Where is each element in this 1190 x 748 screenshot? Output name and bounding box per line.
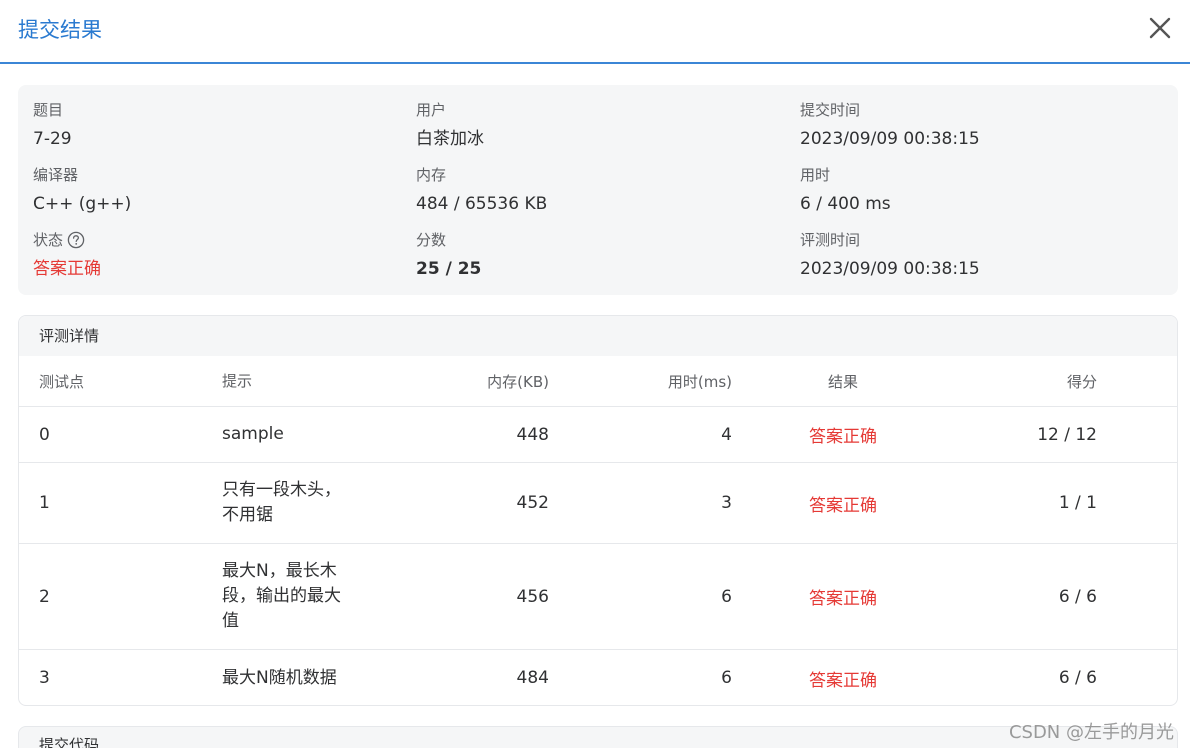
time-value: 6 / 400 ms: [800, 194, 891, 214]
memory-label: 内存: [416, 166, 447, 184]
test-case-time: 3: [721, 493, 732, 513]
table-row: 1 只有一段木头， 不用锯 452 3 答案正确 1 / 1: [19, 463, 1177, 544]
test-case-result: 答案正确: [809, 495, 877, 516]
column-header-test: 测试点: [39, 372, 85, 391]
dialog-title: 提交结果: [18, 18, 102, 42]
submission-info-card: 题目 7-29 用户 白茶加冰 提交时间 2023/09/09 00:38:15…: [18, 85, 1178, 295]
test-case-result: 答案正确: [809, 589, 877, 609]
compiler-value: C++ (g++): [33, 194, 132, 214]
problem-value: 7-29: [33, 129, 72, 149]
test-case-score: 1 / 1: [1058, 493, 1097, 513]
judge-time-field: 评测时间 2023/09/09 00:38:15: [800, 229, 1170, 281]
column-header-hint: 提示: [222, 371, 253, 390]
test-case-score: 6 / 6: [1058, 586, 1097, 607]
table-row: 3 最大N随机数据 484 6 答案正确 6 / 6: [19, 650, 1177, 705]
compiler-label: 编译器: [33, 166, 79, 184]
submit-time-field: 提交时间 2023/09/09 00:38:15: [800, 99, 1170, 151]
test-case-id: 2: [39, 586, 50, 607]
time-label: 用时: [800, 166, 831, 184]
user-label: 用户: [416, 101, 447, 119]
test-case-memory: 448: [516, 424, 549, 445]
hint-line: 段，输出的最大: [222, 586, 341, 606]
status-label-row: 状态: [33, 229, 403, 251]
dialog-header: 提交结果: [0, 0, 1190, 64]
hint-line: 值: [222, 611, 239, 631]
hint-line: sample: [222, 424, 284, 444]
submitted-code-card: 提交代码: [18, 726, 1178, 748]
column-header-time: 用时(ms): [667, 372, 732, 391]
test-case-memory: 484: [516, 668, 549, 688]
submit-time-value: 2023/09/09 00:38:15: [800, 129, 980, 149]
table-row: 0 sample 448 4 答案正确 12 / 12: [19, 407, 1177, 463]
submit-time-label: 提交时间: [800, 101, 861, 119]
test-case-id: 1: [39, 493, 50, 513]
close-button[interactable]: [1146, 14, 1174, 42]
test-case-time: 6: [721, 668, 732, 688]
memory-field: 内存 484 / 65536 KB: [416, 164, 786, 216]
column-header-result: 结果: [827, 372, 858, 391]
test-case-id: 0: [39, 424, 50, 445]
judge-details-title: 评测详情: [19, 316, 1177, 356]
user-field: 用户 白茶加冰: [416, 99, 786, 151]
memory-value: 484 / 65536 KB: [416, 194, 548, 214]
table-header: 测试点 提示 内存(KB) 用时(ms) 结果 得分: [19, 356, 1177, 407]
test-case-memory: 456: [516, 586, 549, 607]
status-label: 状态: [33, 231, 64, 249]
judge-time-value: 2023/09/09 00:38:15: [800, 259, 980, 279]
column-header-memory: 内存(KB): [487, 372, 549, 391]
test-case-hint: sample: [222, 407, 372, 462]
status-value: 答案正确: [33, 259, 101, 279]
test-case-time: 4: [721, 424, 732, 445]
hint-line: 最大N随机数据: [222, 667, 337, 688]
test-case-id: 3: [39, 668, 50, 688]
problem-field: 题目 7-29: [33, 99, 403, 151]
score-label: 分数: [416, 231, 447, 249]
judge-details-card: 评测详情 测试点 提示 内存(KB) 用时(ms) 结果 得分 0 sample…: [18, 315, 1178, 706]
help-icon[interactable]: [67, 231, 85, 249]
judge-time-label: 评测时间: [800, 231, 861, 249]
close-icon: [1149, 17, 1171, 39]
test-case-time: 6: [721, 586, 732, 607]
test-case-hint: 最大N随机数据: [222, 650, 372, 705]
test-case-result: 答案正确: [809, 670, 877, 691]
test-case-hint: 最大N，最长木 段，输出的最大 值: [222, 544, 372, 649]
compiler-field: 编译器 C++ (g++): [33, 164, 403, 216]
column-header-score: 得分: [1066, 372, 1097, 391]
watermark: CSDN @左手的月光: [1008, 722, 1174, 743]
test-case-score: 12 / 12: [1037, 424, 1097, 445]
status-field: 状态 答案正确: [33, 229, 403, 281]
hint-line: 最大N，最长木: [222, 561, 337, 581]
time-field: 用时 6 / 400 ms: [800, 164, 1170, 216]
score-value: 25 / 25: [416, 259, 482, 279]
test-case-memory: 452: [516, 493, 549, 513]
test-case-score: 6 / 6: [1058, 668, 1097, 688]
test-case-hint: 只有一段木头， 不用锯: [222, 463, 372, 543]
test-case-result: 答案正确: [809, 427, 877, 447]
hint-line: 只有一段木头，: [222, 480, 341, 500]
hint-line: 不用锯: [222, 505, 273, 525]
score-field: 分数 25 / 25: [416, 229, 786, 281]
table-row: 2 最大N，最长木 段，输出的最大 值 456 6 答案正确 6 / 6: [19, 544, 1177, 650]
problem-label: 题目: [33, 101, 64, 119]
user-value: 白茶加冰: [416, 129, 484, 149]
submitted-code-title: 提交代码: [39, 736, 100, 748]
